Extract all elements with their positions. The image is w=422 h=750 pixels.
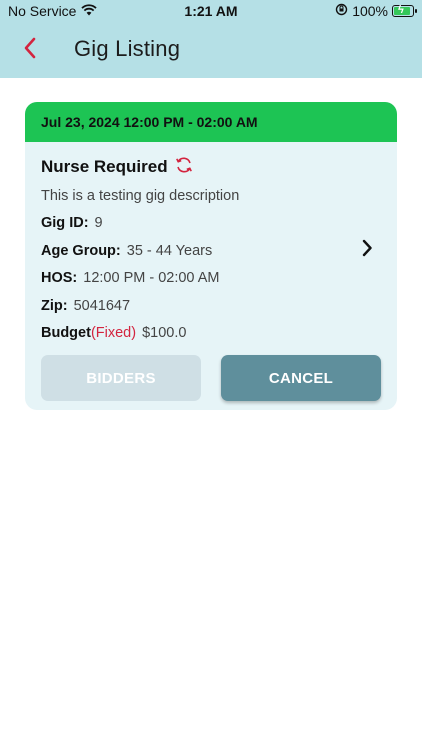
top-bar: No Service 1:21 AM 100% ϟ Gig Listing	[0, 0, 422, 78]
gig-id-row: Gig ID: 9	[41, 210, 381, 238]
battery-charging-icon: ϟ	[392, 4, 417, 17]
budget-type: (Fixed)	[90, 325, 137, 342]
gig-description-row: This is a testing gig description	[41, 182, 381, 210]
zip-row: Zip: 5041647	[41, 292, 381, 320]
gig-card: Jul 23, 2024 12:00 PM - 02:00 AM Nurse R…	[25, 102, 397, 410]
cancel-button[interactable]: CANCEL	[221, 355, 381, 401]
hos-value: 12:00 PM - 02:00 AM	[83, 270, 220, 287]
hos-row: HOS: 12:00 PM - 02:00 AM	[41, 265, 381, 293]
gig-datetime: Jul 23, 2024 12:00 PM - 02:00 AM	[41, 114, 258, 130]
budget-label: Budget	[41, 325, 91, 342]
status-bar: No Service 1:21 AM 100% ϟ	[0, 0, 422, 22]
refresh-icon	[174, 155, 194, 179]
age-group-row: Age Group: 35 - 44 Years	[41, 237, 381, 265]
orientation-lock-icon	[335, 3, 348, 19]
budget-value: $100.0	[142, 325, 187, 342]
gig-details: Nurse Required This is a testing gig des…	[25, 142, 397, 347]
gig-title-row: Nurse Required	[41, 152, 381, 182]
gig-actions: BIDDERS CANCEL	[41, 355, 381, 401]
chevron-right-icon	[361, 239, 373, 262]
zip-label: Zip:	[41, 297, 68, 314]
gig-description: This is a testing gig description	[41, 187, 240, 204]
bidders-button[interactable]: BIDDERS	[41, 355, 201, 401]
chevron-left-icon	[23, 37, 37, 64]
page-title: Gig Listing	[74, 36, 181, 61]
age-group-label: Age Group:	[41, 242, 121, 259]
gig-id-label: Gig ID:	[41, 215, 89, 232]
age-group-value: 35 - 44 Years	[126, 242, 213, 259]
gig-title: Nurse Required	[41, 157, 168, 176]
battery-percent: 100%	[352, 3, 388, 19]
gig-detail-button[interactable]	[359, 239, 375, 262]
gig-id-value: 9	[94, 215, 103, 232]
zip-value: 5041647	[73, 297, 131, 314]
budget-row: Budget (Fixed) $100.0	[41, 320, 381, 348]
status-right: 100% ϟ	[335, 3, 417, 19]
gig-datetime-header: Jul 23, 2024 12:00 PM - 02:00 AM	[25, 102, 397, 142]
hos-label: HOS:	[41, 270, 78, 287]
back-button[interactable]	[16, 34, 44, 66]
